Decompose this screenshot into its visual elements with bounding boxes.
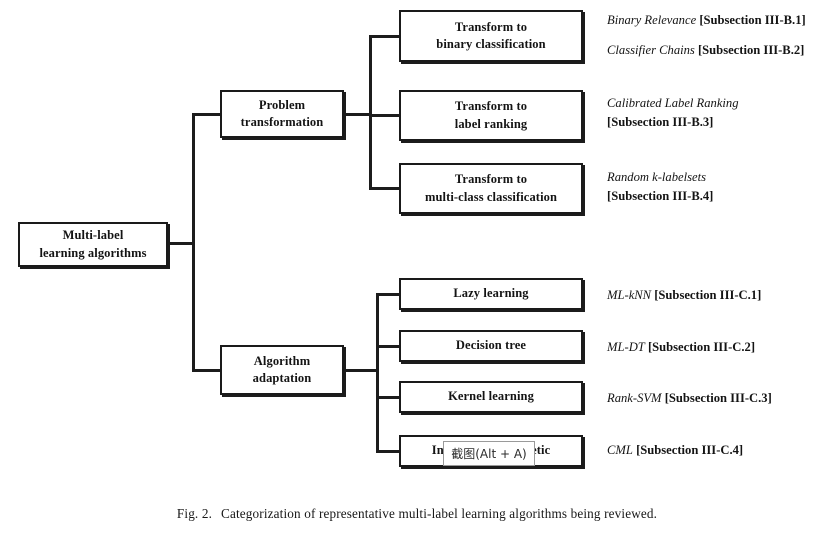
node-line-1: Transform to bbox=[454, 19, 528, 34]
connector-algorithm-adaptation-trunk bbox=[376, 293, 379, 453]
node-lazy-learning[interactable]: Lazy learning bbox=[399, 278, 583, 310]
node-label: Problem transformation bbox=[226, 97, 338, 132]
annotation-line: ML-DT [Subsection III-C.2] bbox=[607, 338, 755, 357]
node-line-2: adaptation bbox=[252, 371, 312, 385]
algorithm-name: Rank-SVM bbox=[607, 391, 662, 405]
node-line-2: multi-class classification bbox=[424, 189, 558, 204]
node-label: Decision tree bbox=[455, 338, 527, 353]
section-reference: [Subsection III-B.2] bbox=[697, 43, 805, 57]
algorithm-name: ML-DT bbox=[607, 340, 645, 354]
annotation-binary-relevance: Binary Relevance [Subsection III-B.1] bbox=[607, 11, 806, 30]
connector-trunk-to-algorithm-adaptation bbox=[192, 369, 221, 372]
node-label: Multi-label learning algorithms bbox=[24, 227, 162, 262]
screenshot-capture-tooltip[interactable]: 截图(Alt + A) bbox=[443, 441, 535, 466]
node-kernel-learning[interactable]: Kernel learning bbox=[399, 381, 583, 413]
connector-to-decision-tree bbox=[376, 345, 400, 348]
connector-to-information-theoretic bbox=[376, 450, 400, 453]
node-multi-label-learning-algorithms[interactable]: Multi-label learning algorithms bbox=[18, 222, 168, 267]
capture-tooltip-label: 截图(Alt + A) bbox=[451, 447, 527, 461]
annotation-cml: CML [Subsection III-C.4] bbox=[607, 441, 743, 460]
annotation-line: Classifier Chains [Subsection III-B.2] bbox=[607, 41, 804, 60]
connector-main-trunk bbox=[192, 113, 195, 372]
annotation-ml-knn: ML-kNN [Subsection III-C.1] bbox=[607, 286, 761, 305]
node-label: Transform to multi-class classification bbox=[405, 171, 577, 206]
algorithm-name: Binary Relevance bbox=[607, 13, 697, 27]
node-transform-to-label-ranking[interactable]: Transform to label ranking bbox=[399, 90, 583, 141]
node-transform-to-multi-class-classification[interactable]: Transform to multi-class classification bbox=[399, 163, 583, 214]
figure-canvas: Multi-label learning algorithms Problem … bbox=[0, 0, 834, 534]
annotation-line: Binary Relevance [Subsection III-B.1] bbox=[607, 11, 806, 30]
annotation-random-k-labelsets: Random k-labelsets [Subsection III-B.4] bbox=[607, 168, 713, 206]
algorithm-name: Classifier Chains bbox=[607, 43, 695, 57]
section-reference: [Subsection III-C.1] bbox=[654, 288, 762, 302]
connector-problem-transformation-trunk bbox=[369, 35, 372, 189]
node-decision-tree[interactable]: Decision tree bbox=[399, 330, 583, 362]
connector-to-transform-binary bbox=[369, 35, 400, 38]
figure-caption-text: Categorization of representative multi-l… bbox=[221, 506, 658, 521]
algorithm-name: Random k-labelsets bbox=[607, 170, 706, 184]
connector-trunk-to-problem-transformation bbox=[192, 113, 221, 116]
annotation-line: ML-kNN [Subsection III-C.1] bbox=[607, 286, 761, 305]
node-line-1: Multi-label bbox=[62, 228, 124, 243]
annotation-ml-dt: ML-DT [Subsection III-C.2] bbox=[607, 338, 755, 357]
section-reference: [Subsection III-B.1] bbox=[699, 13, 806, 27]
annotation-calibrated-label-ranking: Calibrated Label Ranking [Subsection III… bbox=[607, 94, 739, 132]
node-line-1: Algorithm bbox=[253, 353, 311, 368]
figure-number: Fig. 2. bbox=[176, 506, 213, 521]
section-reference: [Subsection III-C.4] bbox=[636, 443, 744, 457]
node-line-2: binary classification bbox=[436, 37, 546, 51]
algorithm-name: Calibrated Label Ranking bbox=[607, 96, 739, 110]
section-reference: [Subsection III-C.2] bbox=[647, 340, 756, 354]
node-line-1: Transform to bbox=[454, 99, 528, 114]
node-label: Transform to label ranking bbox=[405, 98, 577, 133]
node-label: Algorithm adaptation bbox=[226, 353, 338, 388]
connector-root-stub bbox=[168, 242, 195, 245]
node-transform-to-binary-classification[interactable]: Transform to binary classification bbox=[399, 10, 583, 62]
node-problem-transformation[interactable]: Problem transformation bbox=[220, 90, 344, 138]
figure-caption: Fig. 2. Categorization of representative … bbox=[0, 506, 834, 522]
algorithm-name: ML-kNN bbox=[607, 288, 652, 302]
section-reference: [Subsection III-C.3] bbox=[664, 391, 772, 405]
section-reference: [Subsection III-B.3] bbox=[607, 115, 714, 130]
node-label: Transform to binary classification bbox=[405, 19, 577, 54]
annotation-line: CML [Subsection III-C.4] bbox=[607, 441, 743, 460]
node-line-2: transformation bbox=[240, 115, 324, 129]
node-line-2: learning algorithms bbox=[39, 245, 147, 260]
annotation-line: Rank-SVM [Subsection III-C.3] bbox=[607, 389, 772, 408]
connector-to-lazy-learning bbox=[376, 293, 400, 296]
node-line-1: Problem bbox=[258, 97, 306, 112]
annotation-rank-svm: Rank-SVM [Subsection III-C.3] bbox=[607, 389, 772, 408]
section-reference: [Subsection III-B.4] bbox=[607, 189, 714, 204]
connector-to-transform-label-ranking bbox=[369, 114, 400, 117]
node-algorithm-adaptation[interactable]: Algorithm adaptation bbox=[220, 345, 344, 395]
node-line-2: label ranking bbox=[454, 116, 528, 131]
annotation-classifier-chains: Classifier Chains [Subsection III-B.2] bbox=[607, 41, 804, 60]
node-line-1: Transform to bbox=[454, 172, 528, 187]
node-label: Lazy learning bbox=[453, 286, 529, 301]
connector-algorithm-adaptation-stub bbox=[344, 369, 377, 372]
node-label: Kernel learning bbox=[448, 389, 534, 404]
connector-to-transform-multiclass bbox=[369, 187, 400, 190]
connector-to-kernel-learning bbox=[376, 396, 400, 399]
connector-problem-transformation-stub bbox=[344, 113, 371, 116]
algorithm-name: CML bbox=[607, 443, 633, 457]
